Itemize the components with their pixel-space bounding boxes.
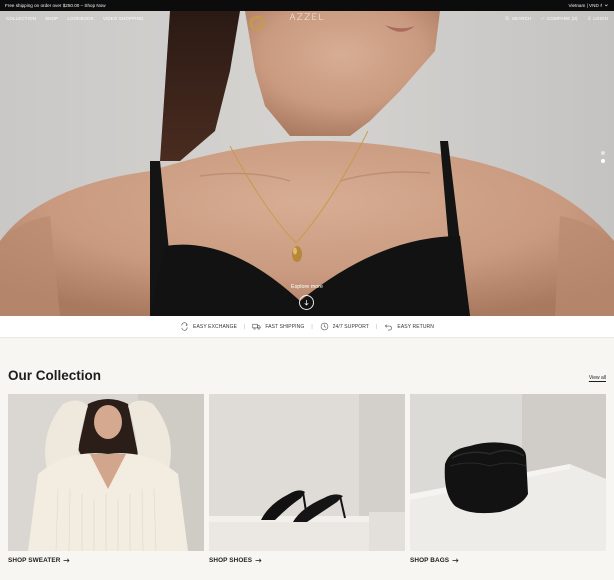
nav-video-shopping[interactable]: VIDEO SHOPPING (103, 16, 144, 21)
exchange-icon (181, 322, 188, 331)
card-label: SHOP SHOES (209, 557, 253, 564)
chevron-down-icon (605, 4, 609, 7)
nav-collection[interactable]: COLLECTION (6, 16, 36, 21)
shop-bags-link[interactable]: SHOP BAGS (410, 557, 459, 564)
sweater-image (8, 394, 204, 551)
card-label: SHOP BAGS (410, 557, 450, 564)
feature-label: EASY EXCHANGE (193, 323, 238, 330)
search-icon (505, 16, 510, 20)
collection-section: Our Collection View all SHOP SWEATER SHO… (0, 338, 614, 580)
return-icon (385, 324, 393, 331)
shop-sweater-link[interactable]: SHOP SWEATER (8, 557, 70, 564)
compare-icon (541, 16, 545, 20)
divider: | (376, 323, 378, 330)
feature-label: 24/7 SUPPORT (332, 323, 370, 330)
divider: | (244, 323, 246, 330)
compare-link[interactable]: COMPARE (0) (540, 15, 578, 21)
slide-dot-2[interactable] (601, 159, 605, 163)
announcement-bar: Free shipping on order over $250.00 – Sh… (0, 0, 614, 11)
explore-more-label: Explore more (290, 284, 324, 290)
truck-icon (252, 323, 261, 330)
login-link[interactable]: LOGIN (587, 16, 608, 21)
announcement-link[interactable]: Free shipping on order over $250.00 – Sh… (5, 3, 106, 8)
compare-label: COMPARE (0) (547, 15, 578, 21)
arrow-down-icon (304, 300, 309, 306)
login-label: LOGIN (593, 15, 608, 21)
feature-label: EASY RETURN (397, 323, 434, 330)
slide-dot-1[interactable] (601, 151, 605, 155)
hero-image (0, 11, 614, 316)
feature-easy-exchange: EASY EXCHANGE (180, 322, 237, 331)
nav-shop[interactable]: SHOP (45, 16, 58, 21)
locale-selector[interactable]: Vietnam | VND ₫ (569, 3, 609, 8)
main-nav: COLLECTION SHOP LOOKBOOK VIDEO SHOPPING … (0, 11, 614, 25)
shop-shoes-link[interactable]: SHOP SHOES (209, 557, 262, 564)
view-all-link[interactable]: View all (589, 375, 606, 381)
hero-banner: COLLECTION SHOP LOOKBOOK VIDEO SHOPPING … (0, 11, 614, 316)
shoes-image (209, 394, 405, 551)
divider: | (311, 323, 313, 330)
nav-lookbook[interactable]: LOOKBOOK (67, 16, 94, 21)
nav-right: SEARCH COMPARE (0) LOGIN (505, 16, 608, 21)
support-icon (320, 322, 328, 331)
slider-pagination (601, 151, 605, 163)
section-title: Our Collection (8, 368, 102, 383)
arrow-right-icon (63, 558, 70, 563)
nav-left: COLLECTION SHOP LOOKBOOK VIDEO SHOPPING (6, 16, 144, 21)
features-bar: EASY EXCHANGE | FAST SHIPPING | 24/7 SUP… (0, 316, 614, 338)
page: Free shipping on order over $250.00 – Sh… (0, 0, 614, 580)
feature-fast-shipping: FAST SHIPPING (252, 322, 304, 331)
bag-image (410, 394, 606, 551)
collection-card-bags[interactable] (410, 394, 606, 551)
feature-support: 24/7 SUPPORT (320, 322, 369, 331)
search-link[interactable]: SEARCH (505, 16, 531, 21)
arrow-right-icon (452, 558, 459, 563)
user-icon (587, 16, 591, 20)
search-label: SEARCH (511, 15, 532, 21)
collection-card-sweater[interactable] (8, 394, 204, 551)
explore-more-button[interactable] (299, 295, 314, 310)
collection-card-shoes[interactable] (209, 394, 405, 551)
feature-easy-return: EASY RETURN (384, 322, 434, 331)
card-label: SHOP SWEATER (8, 557, 61, 564)
locale-label: Vietnam | VND ₫ (568, 3, 603, 8)
feature-label: FAST SHIPPING (265, 323, 305, 330)
arrow-right-icon (255, 558, 262, 563)
